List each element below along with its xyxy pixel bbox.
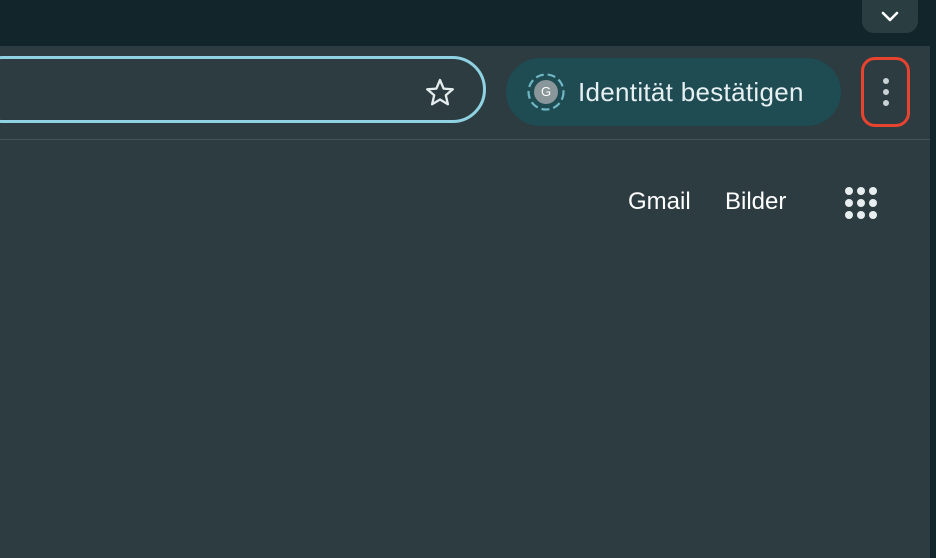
identity-confirm-button[interactable]: G Identität bestätigen <box>506 58 841 126</box>
apps-dot <box>869 199 877 207</box>
avatar-with-ring: G <box>526 72 566 112</box>
browser-window: G Identität bestätigen Gmail Bilder <box>0 0 936 558</box>
page-content: Gmail Bilder <box>0 140 930 558</box>
address-bar[interactable] <box>0 56 486 123</box>
tab-strip <box>0 0 930 46</box>
toolbar: G Identität bestätigen <box>0 46 930 139</box>
menu-dot <box>882 78 889 84</box>
menu-dot <box>882 100 889 106</box>
apps-dot <box>869 211 877 219</box>
window-edge <box>930 40 936 558</box>
apps-dot <box>857 187 865 195</box>
apps-dot <box>857 211 865 219</box>
star-icon[interactable] <box>422 75 458 111</box>
images-link[interactable]: Bilder <box>725 188 786 216</box>
apps-dot <box>857 199 865 207</box>
apps-dot <box>845 199 853 207</box>
apps-dot <box>869 187 877 195</box>
browser-menu-button[interactable] <box>861 57 910 127</box>
identity-confirm-label: Identität bestätigen <box>578 76 804 107</box>
avatar: G <box>534 80 558 104</box>
chevron-down-icon <box>881 11 899 22</box>
menu-dot <box>882 89 889 95</box>
apps-dot <box>845 211 853 219</box>
tab-search-button[interactable] <box>862 0 918 33</box>
apps-grid-icon[interactable] <box>845 187 879 221</box>
gmail-link[interactable]: Gmail <box>628 188 691 216</box>
apps-dot <box>845 187 853 195</box>
